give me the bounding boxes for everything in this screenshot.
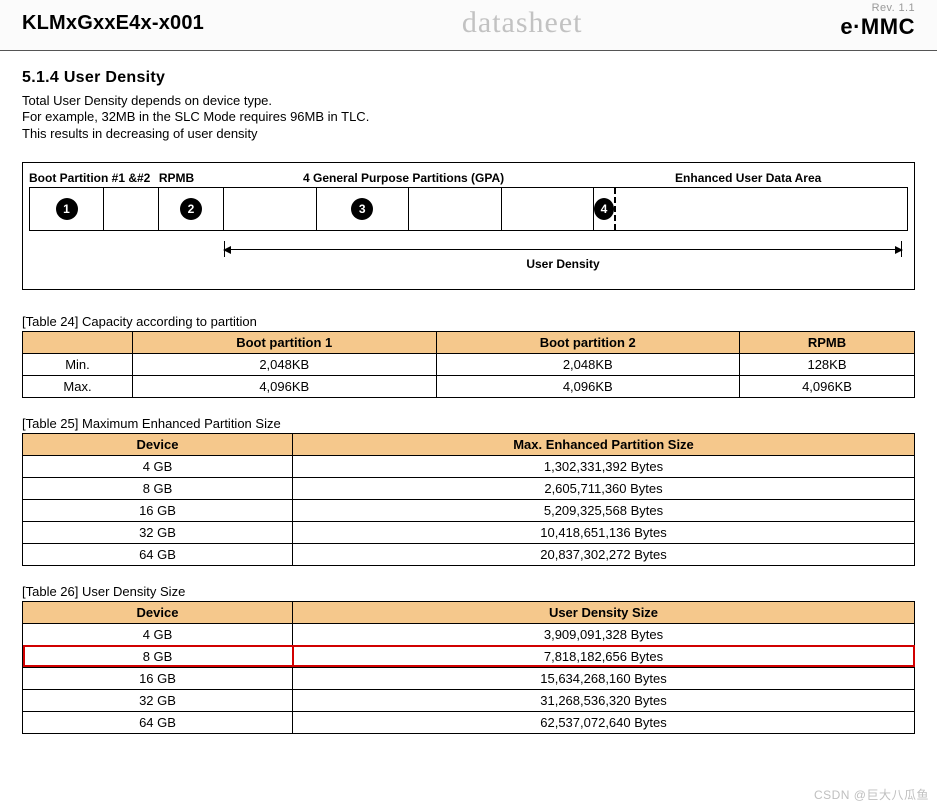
table-row: 16 GB5,209,325,568 Bytes [23,499,915,521]
gpa-sub [502,188,594,230]
table-header-cell: Boot partition 1 [133,331,437,353]
table-header-row: DeviceUser Density Size [23,601,915,623]
table-row: 64 GB62,537,072,640 Bytes [23,711,915,733]
table25-caption: [Table 25] Maximum Enhanced Partition Si… [22,416,915,431]
table-cell: 4 GB [23,623,293,645]
table-header-cell: User Density Size [293,601,915,623]
table-row: 32 GB31,268,536,320 Bytes [23,689,915,711]
section-body: Total User Density depends on device typ… [22,93,915,142]
table26: DeviceUser Density Size 4 GB3,909,091,32… [22,601,915,734]
table25: DeviceMax. Enhanced Partition Size 4 GB1… [22,433,915,566]
table24: Boot partition 1Boot partition 2RPMB Min… [22,331,915,398]
table-header-cell: RPMB [740,331,915,353]
gpa-sub [224,188,317,230]
table-cell: 62,537,072,640 Bytes [293,711,915,733]
table-cell: Min. [23,353,133,375]
content: 5.1.4 User Density Total User Density de… [0,51,937,792]
partition-diagram: Boot Partition #1 &#2 RPMB 4 General Pur… [22,162,915,290]
table-cell: 31,268,536,320 Bytes [293,689,915,711]
table-cell: 1,302,331,392 Bytes [293,455,915,477]
table-row: 4 GB3,909,091,328 Bytes [23,623,915,645]
table-cell: 4,096KB [740,375,915,397]
table24-caption: [Table 24] Capacity according to partiti… [22,314,915,329]
table-row: Min.2,048KB2,048KB128KB [23,353,915,375]
circle-3-icon: 3 [351,198,373,220]
table-row: 8 GB7,818,182,656 Bytes [23,645,915,667]
body-line: This results in decreasing of user densi… [22,126,258,141]
partition-boxes: 1 2 3 4 [29,187,908,231]
box-boot1: 1 [29,187,104,231]
eud-rest [616,188,907,230]
gpa-sub: 3 [317,188,410,230]
table-cell: 32 GB [23,521,293,543]
table-row: 64 GB20,837,302,272 Bytes [23,543,915,565]
table-cell: 64 GB [23,711,293,733]
body-line: Total User Density depends on device typ… [22,93,272,108]
arrow-label: User Density [224,257,902,271]
label-eud: Enhanced User Data Area [588,171,908,185]
table26-caption: [Table 26] User Density Size [22,584,915,599]
table-cell: 3,909,091,328 Bytes [293,623,915,645]
table-header-cell: Max. Enhanced Partition Size [293,433,915,455]
table-header-cell: Device [23,433,293,455]
table-cell: 64 GB [23,543,293,565]
user-density-arrow: User Density [224,241,908,271]
table-cell: 16 GB [23,499,293,521]
body-line: For example, 32MB in the SLC Mode requir… [22,109,369,124]
page-header: KLMxGxxE4x-x001 datasheet Rev. 1.1 e·MMC [0,0,937,51]
table-cell: 8 GB [23,477,293,499]
label-boot: Boot Partition #1 &#2 [29,171,159,185]
part-number: KLMxGxxE4x-x001 [22,6,204,35]
section-title: 5.1.4 User Density [22,69,915,87]
header-right: Rev. 1.1 e·MMC [840,6,915,40]
gpa-sub [409,188,502,230]
box-boot2 [104,187,159,231]
circle-2-icon: 2 [180,198,202,220]
box-rpmb: 2 [159,187,224,231]
partition-labels: Boot Partition #1 &#2 RPMB 4 General Pur… [29,171,908,185]
label-rpmb: RPMB [159,171,219,185]
eud-enhanced: 4 [594,188,616,230]
table-cell: 10,418,651,136 Bytes [293,521,915,543]
table-cell: 16 GB [23,667,293,689]
table-cell: 4 GB [23,455,293,477]
label-gpa: 4 General Purpose Partitions (GPA) [219,171,589,185]
table-header-row: Boot partition 1Boot partition 2RPMB [23,331,915,353]
table-cell: 4,096KB [133,375,437,397]
table-header-cell: Device [23,601,293,623]
table-cell: 32 GB [23,689,293,711]
box-gpa: 3 [224,187,594,231]
table-cell: 8 GB [23,645,293,667]
table-cell: 5,209,325,568 Bytes [293,499,915,521]
table-cell: 2,605,711,360 Bytes [293,477,915,499]
table-cell: 7,818,182,656 Bytes [293,645,915,667]
table-cell: 15,634,268,160 Bytes [293,667,915,689]
table-row: 16 GB15,634,268,160 Bytes [23,667,915,689]
table-cell: 4,096KB [436,375,740,397]
table-row: Max.4,096KB4,096KB4,096KB [23,375,915,397]
table-cell: 2,048KB [133,353,437,375]
datasheet-label: datasheet [462,6,583,40]
circle-1-icon: 1 [56,198,78,220]
table-cell: 2,048KB [436,353,740,375]
box-eud: 4 [594,187,908,231]
table-cell: 128KB [740,353,915,375]
circle-4-icon: 4 [594,198,614,220]
table-header-cell: Boot partition 2 [436,331,740,353]
table-cell: Max. [23,375,133,397]
arrow-line-icon [224,249,902,250]
table-header-cell [23,331,133,353]
table-cell: 20,837,302,272 Bytes [293,543,915,565]
revision: Rev. 1.1 [840,2,915,14]
table-row: 8 GB2,605,711,360 Bytes [23,477,915,499]
table-header-row: DeviceMax. Enhanced Partition Size [23,433,915,455]
table-row: 4 GB1,302,331,392 Bytes [23,455,915,477]
emmc-logo: e·MMC [840,14,915,40]
table-row: 32 GB10,418,651,136 Bytes [23,521,915,543]
